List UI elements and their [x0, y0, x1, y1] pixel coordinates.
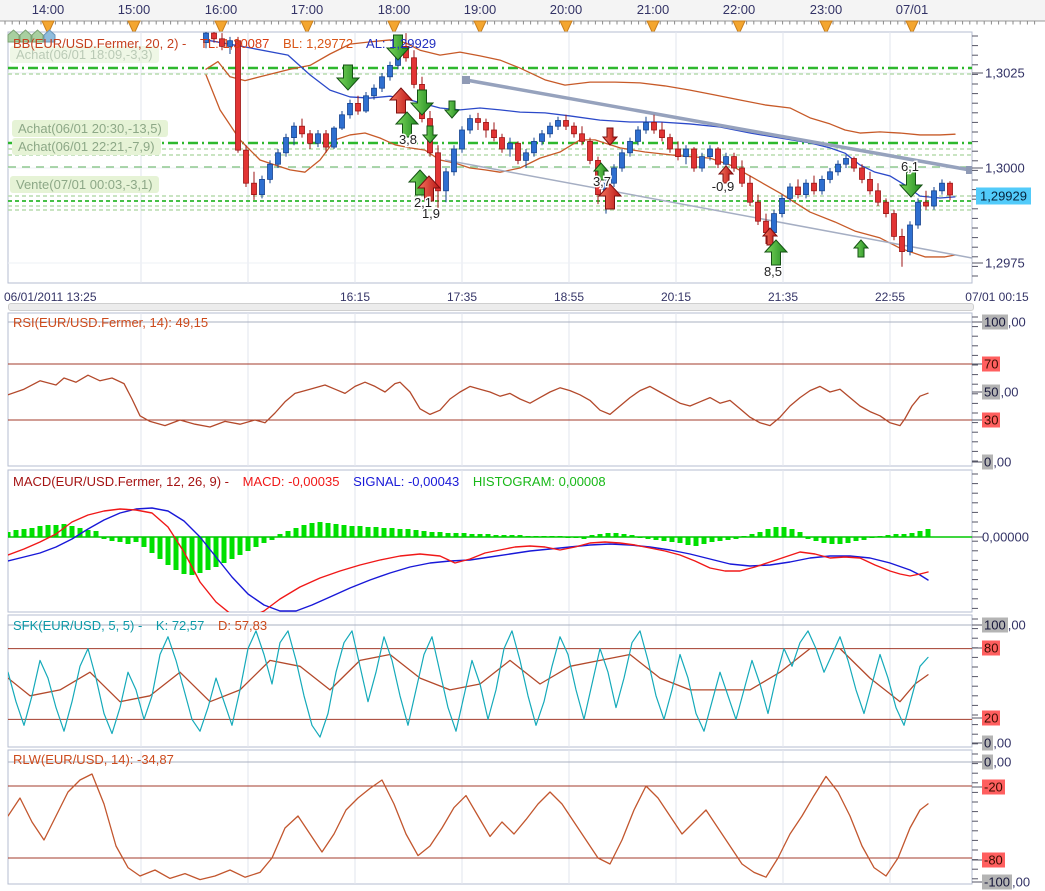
trade-pnl-label: -0,9: [712, 179, 734, 194]
trade-pnl-label: 6,1: [901, 159, 919, 174]
trade-pnl-label: 8,5: [764, 264, 782, 279]
trade-annotation[interactable]: Achat(06/01 22:21,-7,9): [12, 138, 161, 155]
trade-pnl-label: 3,7: [593, 174, 611, 189]
trade-pnl-label: 1,9: [422, 206, 440, 221]
horizontal-scrollbar[interactable]: [8, 303, 974, 311]
trade-annotation[interactable]: Achat(06/01 18:09,-3,3): [10, 46, 159, 63]
trade-annotation[interactable]: Achat(06/01 20:30,-13,5): [12, 120, 168, 137]
trading-chart-window: 3,82,11,93,7-0,98,56,1 14:0015:0016:0017…: [0, 0, 1045, 891]
trade-annotation[interactable]: Vente(07/01 00:03,-3,1): [10, 176, 159, 193]
trade-pnl-label: 3,8: [399, 132, 417, 147]
trendline-handle[interactable]: [462, 76, 470, 84]
